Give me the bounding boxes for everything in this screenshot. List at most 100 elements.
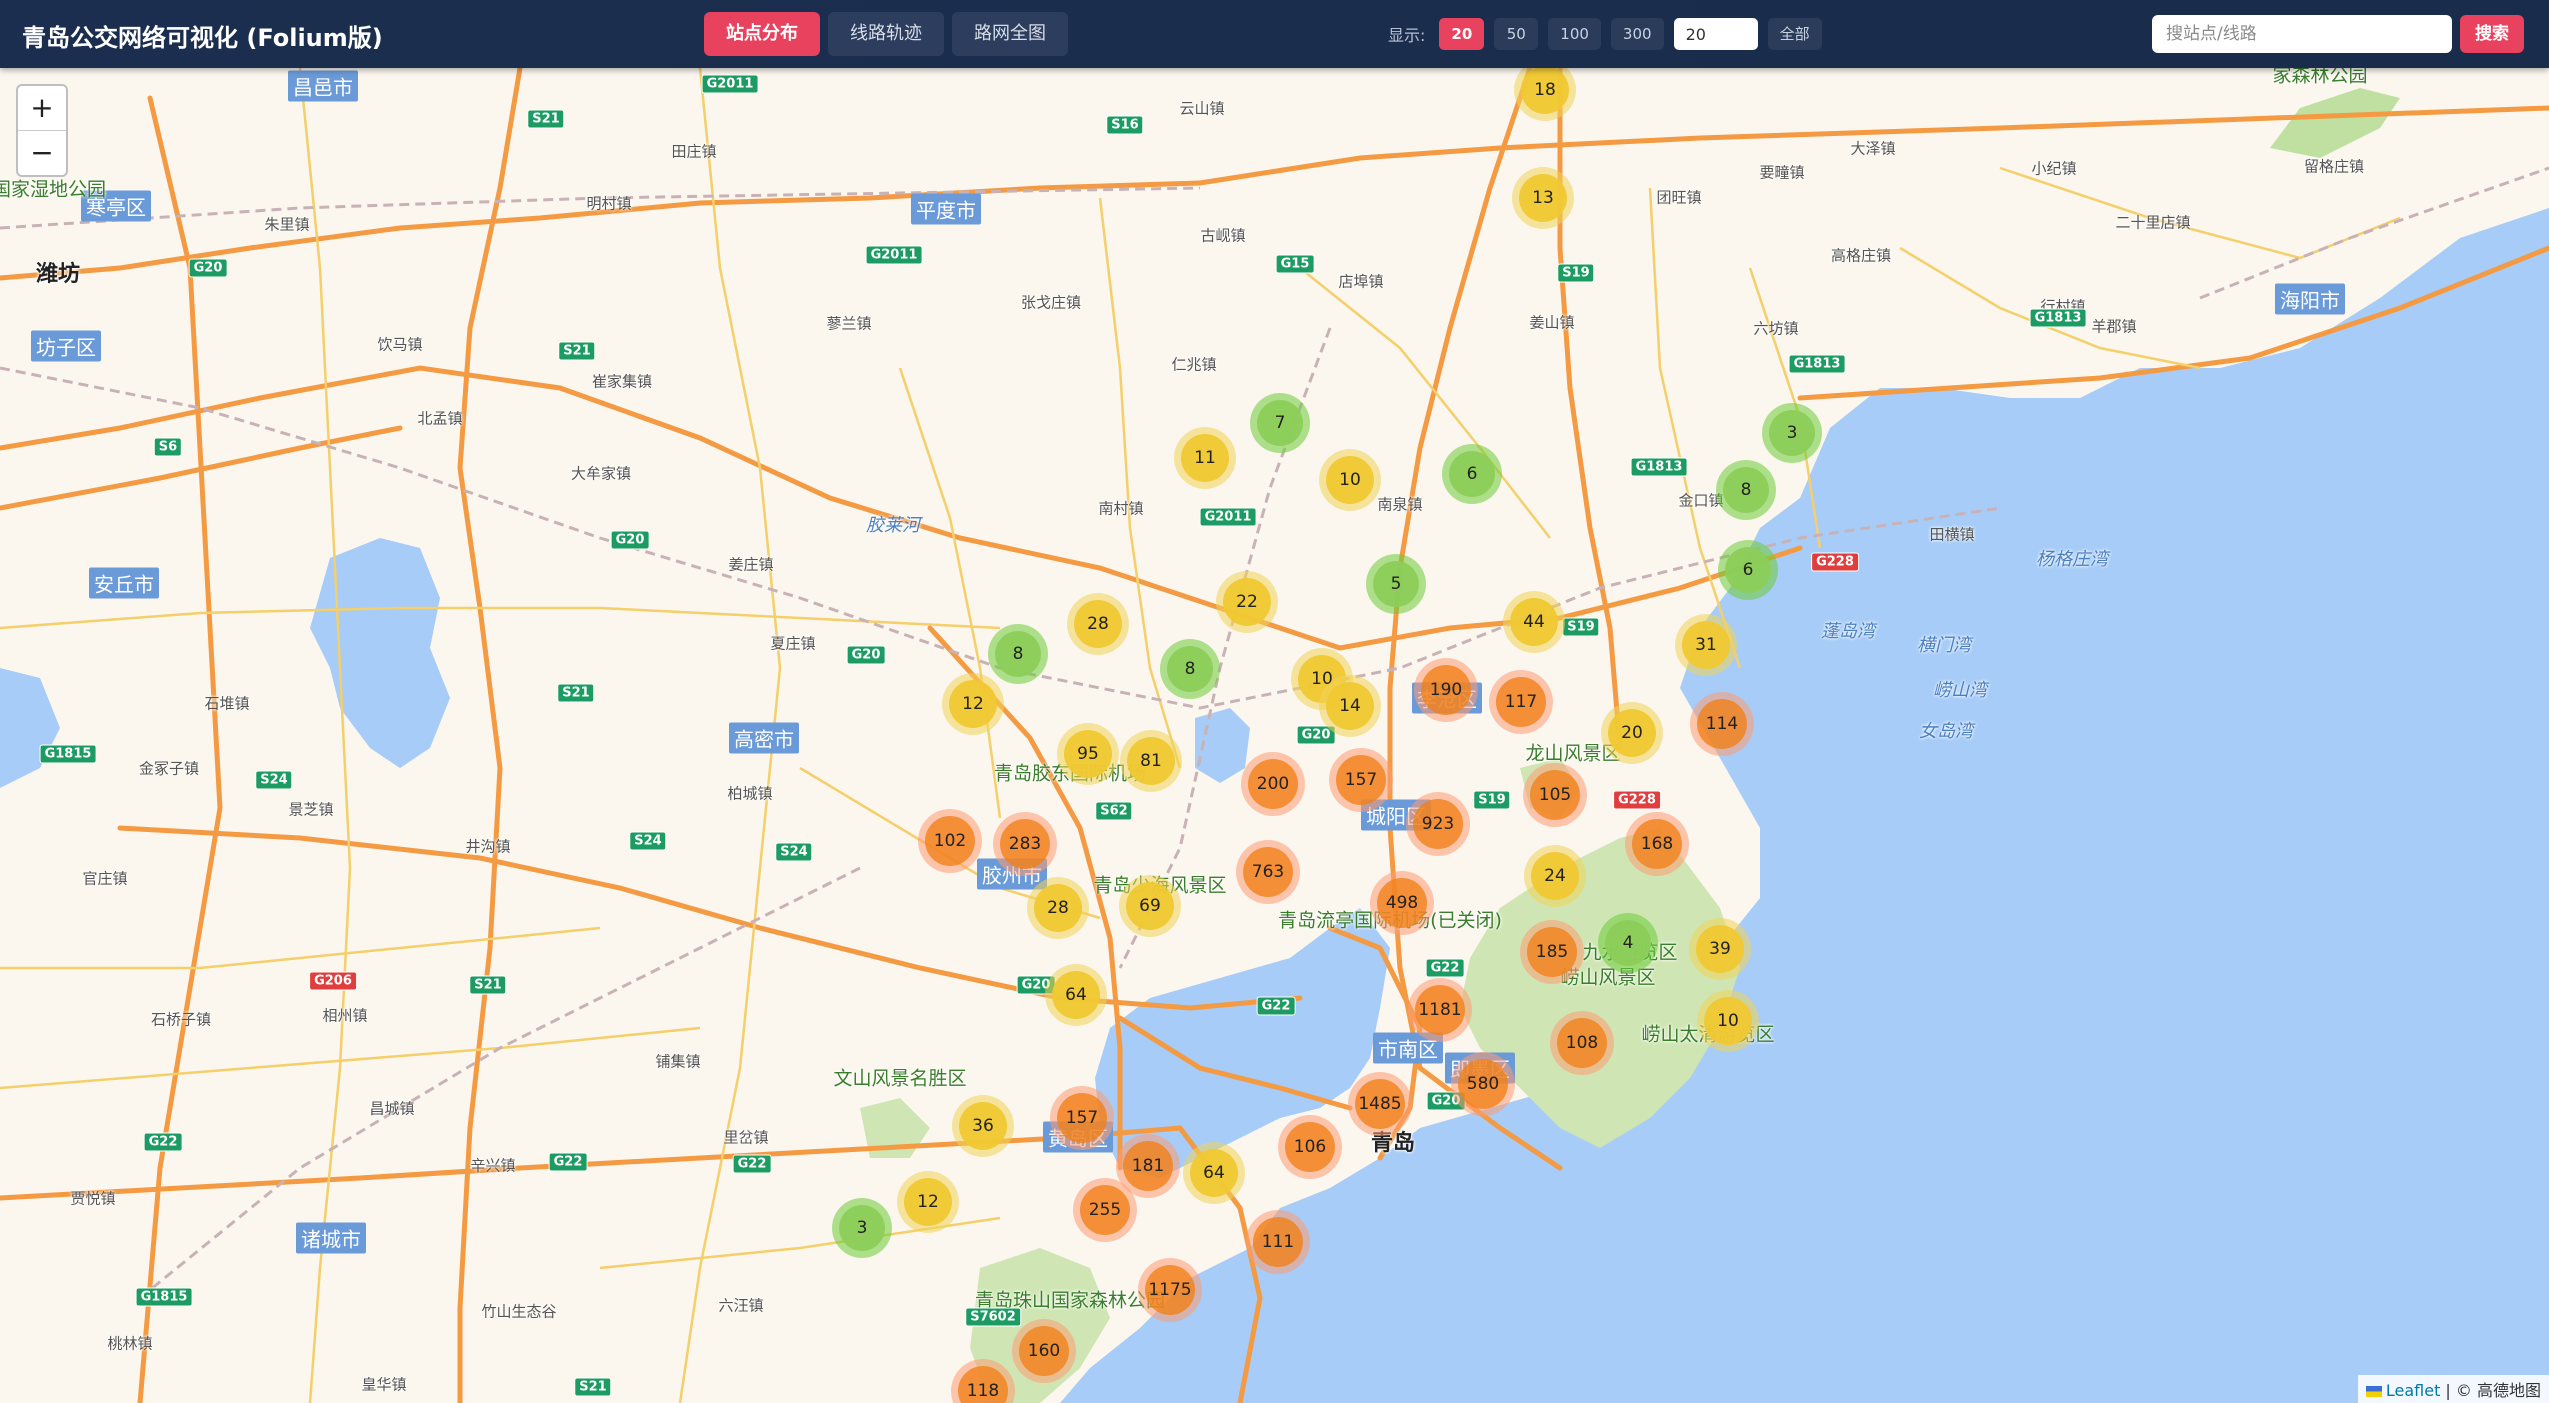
count-all-button[interactable]: 全部 (1767, 18, 1822, 50)
station-cluster-count: 763 (1243, 847, 1293, 897)
station-cluster[interactable]: 28 (1027, 877, 1089, 939)
station-cluster[interactable]: 157 (1329, 748, 1393, 812)
station-cluster[interactable]: 1485 (1348, 1072, 1412, 1136)
station-cluster[interactable]: 106 (1278, 1115, 1342, 1179)
count-300-button[interactable]: 300 (1610, 18, 1664, 50)
station-cluster[interactable]: 11 (1174, 427, 1236, 489)
station-cluster[interactable]: 20 (1601, 702, 1663, 764)
station-cluster[interactable]: 95 (1057, 723, 1119, 785)
road-shield: S21 (557, 683, 595, 703)
custom-count-input[interactable] (1673, 18, 1758, 50)
station-cluster[interactable]: 36 (952, 1095, 1014, 1157)
place-label: 胶莱河 (866, 515, 920, 536)
place-label: 金冢子镇 (138, 759, 200, 778)
station-cluster-count: 28 (1074, 600, 1122, 648)
station-cluster[interactable]: 1175 (1138, 1258, 1202, 1322)
map-canvas[interactable]: 潍坊 昌邑市 寒亭区 坊子区 安丘市 平度市 高密市 胶州市 诸城市 海阳市 城阳区 青岛 胶莱河 蓬岛湾… (0, 68, 2549, 1403)
station-cluster[interactable]: 114 (1690, 692, 1754, 756)
station-cluster[interactable]: 24 (1524, 845, 1586, 907)
station-cluster[interactable]: 185 (1520, 920, 1584, 984)
station-cluster[interactable]: 12 (897, 1171, 959, 1233)
station-cluster[interactable]: 498 (1370, 871, 1434, 935)
station-cluster[interactable]: 160 (1012, 1319, 1076, 1383)
tab-full-network[interactable]: 路网全图 (952, 12, 1068, 56)
station-cluster[interactable]: 6 (1718, 540, 1778, 600)
station-cluster[interactable]: 102 (918, 809, 982, 873)
station-cluster[interactable]: 6 (1442, 444, 1502, 504)
station-cluster[interactable]: 108 (1550, 1011, 1614, 1075)
place-label: 安丘市 (89, 567, 159, 599)
station-cluster[interactable]: 14 (1319, 675, 1381, 737)
leaflet-link[interactable]: Leaflet (2386, 1381, 2440, 1400)
station-cluster-count: 12 (904, 1178, 952, 1226)
station-cluster[interactable]: 283 (993, 812, 1057, 876)
station-cluster[interactable]: 111 (1246, 1210, 1310, 1274)
zoom-out-button[interactable]: − (18, 130, 66, 175)
station-cluster[interactable]: 22 (1216, 571, 1278, 633)
station-cluster[interactable]: 255 (1073, 1178, 1137, 1242)
station-cluster[interactable]: 5 (1366, 554, 1426, 614)
search-button[interactable]: 搜索 (2460, 15, 2524, 53)
station-cluster[interactable]: 168 (1625, 812, 1689, 876)
station-cluster[interactable]: 157 (1050, 1086, 1114, 1150)
station-cluster[interactable]: 117 (1489, 670, 1553, 734)
tab-route-tracks[interactable]: 线路轨迹 (828, 12, 944, 56)
place-label: 坊子区 (31, 330, 101, 362)
station-cluster[interactable]: 105 (1523, 763, 1587, 827)
place-label: 六汪镇 (718, 1296, 764, 1315)
station-cluster[interactable]: 8 (1716, 460, 1776, 520)
station-cluster[interactable]: 4 (1598, 913, 1658, 973)
ukraine-flag-icon (2365, 1386, 2382, 1397)
station-cluster[interactable]: 39 (1689, 918, 1751, 980)
station-cluster[interactable]: 763 (1236, 840, 1300, 904)
station-cluster[interactable]: 69 (1119, 875, 1181, 937)
station-cluster[interactable]: 8 (988, 624, 1048, 684)
station-cluster[interactable]: 64 (1183, 1142, 1245, 1204)
station-cluster[interactable]: 3 (832, 1198, 892, 1258)
station-cluster[interactable]: 31 (1675, 614, 1737, 676)
road-shield: G20 (188, 258, 228, 278)
place-label: 古岘镇 (1200, 226, 1246, 245)
count-20-button[interactable]: 20 (1439, 18, 1485, 50)
count-100-button[interactable]: 100 (1548, 18, 1601, 50)
station-cluster[interactable]: 7 (1250, 393, 1310, 453)
station-cluster[interactable]: 580 (1451, 1052, 1515, 1116)
road-shield: S21 (574, 1377, 612, 1397)
place-label: 贾悦镇 (70, 1189, 116, 1208)
basemap (0, 68, 2549, 1403)
road-shield: S24 (629, 831, 667, 851)
place-label: 昌邑市 (288, 70, 358, 102)
station-cluster[interactable]: 44 (1503, 591, 1565, 653)
zoom-control: + − (16, 84, 68, 177)
zoom-in-button[interactable]: + (18, 86, 66, 130)
station-cluster[interactable]: 10 (1697, 990, 1759, 1052)
station-cluster[interactable]: 1181 (1408, 978, 1472, 1042)
station-cluster[interactable]: 81 (1120, 730, 1182, 792)
station-cluster[interactable]: 10 (1319, 449, 1381, 511)
station-cluster[interactable]: 64 (1045, 964, 1107, 1026)
road-shield: S19 (1557, 263, 1595, 283)
station-cluster[interactable]: 13 (1512, 167, 1574, 229)
station-cluster[interactable]: 28 (1067, 593, 1129, 655)
place-label: 六坊镇 (1753, 319, 1799, 338)
station-cluster-count: 255 (1080, 1185, 1130, 1235)
station-cluster[interactable]: 8 (1160, 639, 1220, 699)
station-cluster-count: 200 (1248, 759, 1298, 809)
tab-station-distribution[interactable]: 站点分布 (704, 12, 820, 56)
place-label: 留格庄镇 (2303, 157, 2365, 176)
road-shield: G22 (143, 1132, 183, 1152)
station-cluster-count: 1181 (1415, 985, 1465, 1035)
station-cluster[interactable]: 923 (1406, 792, 1470, 856)
road-shield: G2011 (865, 245, 923, 265)
place-label: 相州镇 (322, 1006, 368, 1025)
station-cluster[interactable]: 200 (1241, 752, 1305, 816)
station-cluster[interactable]: 12 (942, 673, 1004, 735)
place-label: 姜庄镇 (728, 555, 774, 574)
station-cluster-count: 8 (1167, 646, 1213, 692)
count-50-button[interactable]: 50 (1494, 18, 1539, 50)
search-input[interactable] (2152, 15, 2452, 53)
road-shield: S24 (255, 770, 293, 790)
road-shield: S6 (153, 437, 183, 457)
station-cluster[interactable]: 3 (1762, 403, 1822, 463)
station-cluster[interactable]: 190 (1414, 658, 1478, 722)
